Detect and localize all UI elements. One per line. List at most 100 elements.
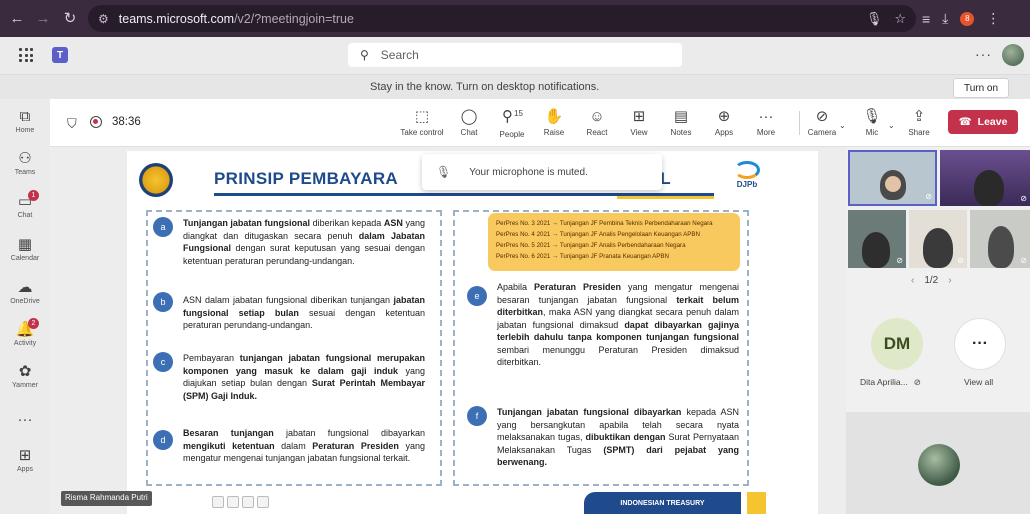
reload-icon[interactable]: ↻: [57, 5, 83, 31]
gallery-page-indicator: 1/2: [924, 275, 939, 286]
participant-video: [974, 170, 1004, 206]
rail-item-onedrive[interactable]: ☁ OneDrive: [0, 279, 50, 305]
participant-video: [862, 232, 890, 268]
notes-button[interactable]: ▤ Notes: [657, 108, 705, 142]
teams-icon: ⚇: [18, 150, 32, 167]
settings-more-icon[interactable]: ···: [975, 46, 992, 62]
react-button[interactable]: ☺ React: [573, 108, 621, 142]
item-a-text: Tunjangan jabatan fungsional diberikan k…: [183, 218, 425, 266]
leave-button[interactable]: ☎ Leave: [948, 110, 1018, 134]
item-e-text: Apabila Peraturan Presiden yang mengatur…: [497, 282, 740, 367]
chat-icon: ▭: [17, 193, 33, 210]
video-tile[interactable]: ⊘: [909, 210, 967, 268]
url-path: /v2/?meetingjoin=true: [234, 11, 354, 26]
video-tile[interactable]: ⊘: [848, 150, 937, 206]
slide-nav-button[interactable]: [227, 496, 239, 508]
take-control-icon: ⬚: [414, 108, 430, 125]
bell-icon: 🔔: [15, 321, 35, 338]
microphone-icon[interactable]: 🎙: [866, 11, 883, 27]
perpres-list-box: PerPres No. 3 2021 → Tunjangan JF Pembin…: [488, 213, 740, 271]
notification-banner: Stay in the know. Turn on desktop notifi…: [0, 74, 1030, 99]
tile-mic-off-icon: ⊘: [896, 256, 903, 265]
presenter-name-label: Risma Rahmanda Putri: [61, 491, 152, 506]
apps-plus-icon: ⊞: [18, 447, 32, 464]
recording-icon: [90, 116, 102, 128]
chevron-right-icon[interactable]: ›: [948, 275, 951, 286]
djpb-swoosh-icon: [734, 161, 760, 179]
shield-icon[interactable]: ⛉: [67, 116, 77, 132]
view-button[interactable]: ⊞ View: [615, 108, 663, 142]
yammer-icon: ✿: [18, 363, 32, 380]
item-marker-e: e: [467, 286, 487, 306]
chat-button[interactable]: ◯ Chat: [445, 108, 493, 142]
rail-item-activity[interactable]: 🔔 2 Activity: [0, 318, 50, 347]
address-bar[interactable]: ⚙ teams.microsoft.com /v2/?meetingjoin=t…: [88, 5, 916, 32]
rail-item-yammer[interactable]: ✿ Yammer: [0, 363, 50, 389]
shared-content-stage: PRINSIP PEMBAYARA AL DJPb a Tunjangan ja…: [50, 147, 846, 514]
profile-avatar[interactable]: 8: [960, 11, 975, 26]
bookmark-star-icon[interactable]: ☆: [894, 11, 906, 27]
mic-options-chevron-icon[interactable]: ⌄: [888, 121, 895, 130]
slide-nav-button[interactable]: [257, 496, 269, 508]
media-queue-icon[interactable]: ≡: [922, 11, 930, 27]
view-all-button[interactable]: ···: [954, 318, 1006, 370]
turn-on-notifications-button[interactable]: Turn on: [953, 78, 1009, 98]
rail-item-teams[interactable]: ⚇ Teams: [0, 150, 50, 176]
item-d-text: Besaran tunjangan jabatan fungsional dib…: [183, 428, 425, 463]
slide-nav-button[interactable]: [242, 496, 254, 508]
more-button[interactable]: ··· More: [742, 108, 790, 142]
rail-more-icon[interactable]: ···: [0, 411, 50, 428]
video-tile[interactable]: ⊘: [940, 150, 1030, 206]
rail-item-home[interactable]: ⧉ Home: [0, 108, 50, 134]
chat-bubble-icon: ◯: [460, 108, 478, 125]
user-avatar[interactable]: [1002, 44, 1024, 66]
mic-muted-icon: 🎙: [436, 165, 452, 179]
participant-face: [885, 176, 901, 192]
rail-item-apps[interactable]: ⊞ Apps: [0, 447, 50, 473]
microphone-muted-toast: 🎙 Your microphone is muted.: [422, 154, 662, 190]
share-button[interactable]: ⇪ Share: [895, 108, 943, 142]
search-placeholder: Search: [380, 48, 419, 62]
perpres-item: PerPres No. 6 2021 → Tunjangan JF Pranat…: [496, 253, 670, 260]
app-rail: ⧉ Home ⚇ Teams ▭ 1 Chat ▦ Calendar ☁ One…: [0, 99, 50, 514]
gallery-pager: ‹ 1/2 ›: [911, 275, 952, 286]
back-icon[interactable]: ←: [4, 5, 30, 31]
people-count: 15: [514, 109, 523, 118]
teams-logo-icon: T: [52, 47, 68, 63]
participant-name: Dita Aprilia...: [860, 377, 908, 387]
slide-navigation[interactable]: [212, 496, 269, 509]
add-app-icon: ⊕: [717, 108, 731, 125]
slide-nav-button[interactable]: [212, 496, 224, 508]
toast-text: Your microphone is muted.: [469, 166, 588, 178]
rail-item-calendar[interactable]: ▦ Calendar: [0, 236, 50, 262]
search-input[interactable]: ⚲ Search: [348, 43, 682, 67]
people-icon: ⚲15: [502, 108, 523, 125]
item-c-text: Pembayaran tunjangan jabatan fungsional …: [183, 353, 425, 401]
forward-icon[interactable]: →: [30, 5, 56, 31]
view-all-label: View all: [964, 377, 994, 387]
take-control-button[interactable]: ⬚ Take control: [398, 108, 446, 142]
apps-button[interactable]: ⊕ Apps: [700, 108, 748, 142]
app-launcher-icon[interactable]: [19, 48, 33, 62]
rail-item-chat[interactable]: ▭ 1 Chat: [0, 190, 50, 219]
site-info-icon[interactable]: ⚙: [98, 12, 109, 26]
participant-name-row: Dita Aprilia... ⊘: [860, 377, 921, 388]
self-video-tile[interactable]: [846, 412, 1030, 514]
tile-mic-off-icon: ⊘: [1020, 194, 1027, 203]
activity-badge: 2: [28, 318, 39, 329]
participant-gallery: ⊘ ⊘ ⊘ ⊘ ⊘ ‹ 1/2 › DM Dita Aprilia... ⊘ ·…: [846, 147, 1030, 514]
chevron-left-icon[interactable]: ‹: [911, 275, 914, 286]
raise-hand-button[interactable]: ✋ Raise: [530, 108, 578, 142]
meeting-toolbar: ⛉ 38:36 ⬚ Take control ◯ Chat ⚲15 People…: [50, 99, 1030, 147]
browser-menu-icon[interactable]: ⋮: [986, 10, 1000, 27]
participant-avatar[interactable]: DM: [871, 318, 923, 370]
download-icon[interactable]: ⤓: [942, 10, 948, 27]
video-tile[interactable]: ⊘: [970, 210, 1030, 268]
perpres-item: PerPres No. 3 2021 → Tunjangan JF Pembin…: [496, 220, 713, 227]
camera-options-chevron-icon[interactable]: ⌄: [839, 121, 846, 130]
slide-footer-banner: INDONESIAN TREASURY: [584, 492, 741, 514]
phone-hangup-icon: ☎: [958, 116, 972, 128]
video-tile[interactable]: ⊘: [848, 210, 906, 268]
item-b-text: ASN dalam jabatan fungsional diberikan t…: [183, 295, 425, 330]
people-button[interactable]: ⚲15 People: [488, 108, 536, 142]
